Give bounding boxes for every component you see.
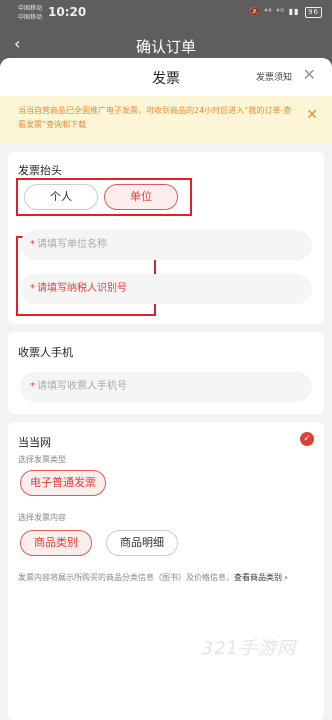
view-category-link[interactable]: 查看商品类别 › bbox=[234, 573, 288, 582]
close-icon[interactable]: ✕ bbox=[303, 65, 316, 84]
content-option-category[interactable]: 商品类别 bbox=[20, 530, 92, 556]
option-company[interactable]: 单位 bbox=[104, 184, 178, 210]
required-mark: * bbox=[30, 381, 35, 392]
invoice-content-label: 选择发票内容 bbox=[18, 513, 66, 522]
page-header: ‹ 确认订单 bbox=[0, 28, 332, 62]
carrier-info: 中国移动 中国移动 bbox=[18, 4, 42, 22]
description-text: 发票内容将展示所购买的商品分类信息（图书）及价格信息， bbox=[18, 573, 234, 582]
page-title: 确认订单 bbox=[135, 38, 196, 56]
invoice-content-description: 发票内容将展示所购买的商品分类信息（图书）及价格信息，查看商品类别 › bbox=[18, 570, 314, 585]
carrier-1: 中国移动 bbox=[18, 5, 43, 12]
receiver-phone-card: 收票人手机 * 请填写收票人手机号 bbox=[8, 332, 324, 414]
carrier-2: 中国移动 bbox=[18, 14, 43, 21]
notice-banner: 当当自营商品已全面推广电子发票，可收到商品的24小时后进入“我的订单-查看发票”… bbox=[0, 96, 332, 144]
invoice-sheet: 发票 发票须知 ✕ 当当自营商品已全面推广电子发票，可收到商品的24小时后进入“… bbox=[0, 58, 332, 720]
required-mark: * bbox=[30, 239, 35, 250]
signal-icons: 🔕 ⁴⁶ ⁴ᴳ ▮▮ bbox=[249, 7, 300, 16]
battery-icon: 96 bbox=[305, 7, 322, 18]
invoice-type-electronic[interactable]: 电子普通发票 bbox=[20, 470, 106, 496]
clock: 10:20 bbox=[48, 5, 87, 19]
invoice-type-label: 选择发票类型 bbox=[18, 455, 66, 464]
invoice-header-title: 发票抬头 bbox=[18, 164, 62, 177]
status-bar: 中国移动 中国移动 10:20 🔕 ⁴⁶ ⁴ᴳ ▮▮ 96 bbox=[0, 0, 332, 28]
receiver-phone-placeholder: 请填写收票人手机号 bbox=[37, 381, 127, 392]
watermark: 321手游网 bbox=[201, 638, 296, 659]
status-icons: 🔕 ⁴⁶ ⁴ᴳ ▮▮ 96 bbox=[250, 7, 322, 18]
option-personal[interactable]: 个人 bbox=[24, 184, 98, 210]
invoice-notice-link[interactable]: 发票须知 bbox=[256, 70, 292, 83]
view-category-link-text: 查看商品类别 bbox=[234, 573, 282, 582]
company-name-placeholder: 请填写单位名称 bbox=[37, 239, 107, 250]
tax-id-placeholder: 请填写纳税人识别号 bbox=[37, 283, 127, 294]
banner-text: 当当自营商品已全面推广电子发票，可收到商品的24小时后进入“我的订单-查看发票”… bbox=[18, 106, 292, 129]
chevron-right-icon: › bbox=[284, 573, 288, 582]
receiver-phone-field[interactable]: * 请填写收票人手机号 bbox=[20, 372, 312, 402]
sheet-header: 发票 发票须知 ✕ bbox=[0, 58, 332, 96]
invoice-header-card: 发票抬头 个人 单位 * 请填写单位名称 * 请填写纳税人识别号 bbox=[8, 152, 324, 324]
content-option-detail[interactable]: 商品明细 bbox=[106, 530, 178, 556]
store-name: 当当网 bbox=[18, 436, 51, 449]
required-mark: * bbox=[30, 283, 35, 294]
tax-id-field[interactable]: * 请填写纳税人识别号 bbox=[20, 274, 312, 304]
check-icon[interactable]: ✓ bbox=[300, 432, 314, 446]
banner-close-icon[interactable]: ✕ bbox=[306, 108, 318, 122]
company-name-field[interactable]: * 请填写单位名称 bbox=[20, 230, 312, 260]
store-invoice-card: 当当网 ✓ 选择发票类型 电子普通发票 选择发票内容 商品类别 商品明细 发票内… bbox=[8, 422, 324, 720]
receiver-phone-title: 收票人手机 bbox=[18, 346, 73, 359]
